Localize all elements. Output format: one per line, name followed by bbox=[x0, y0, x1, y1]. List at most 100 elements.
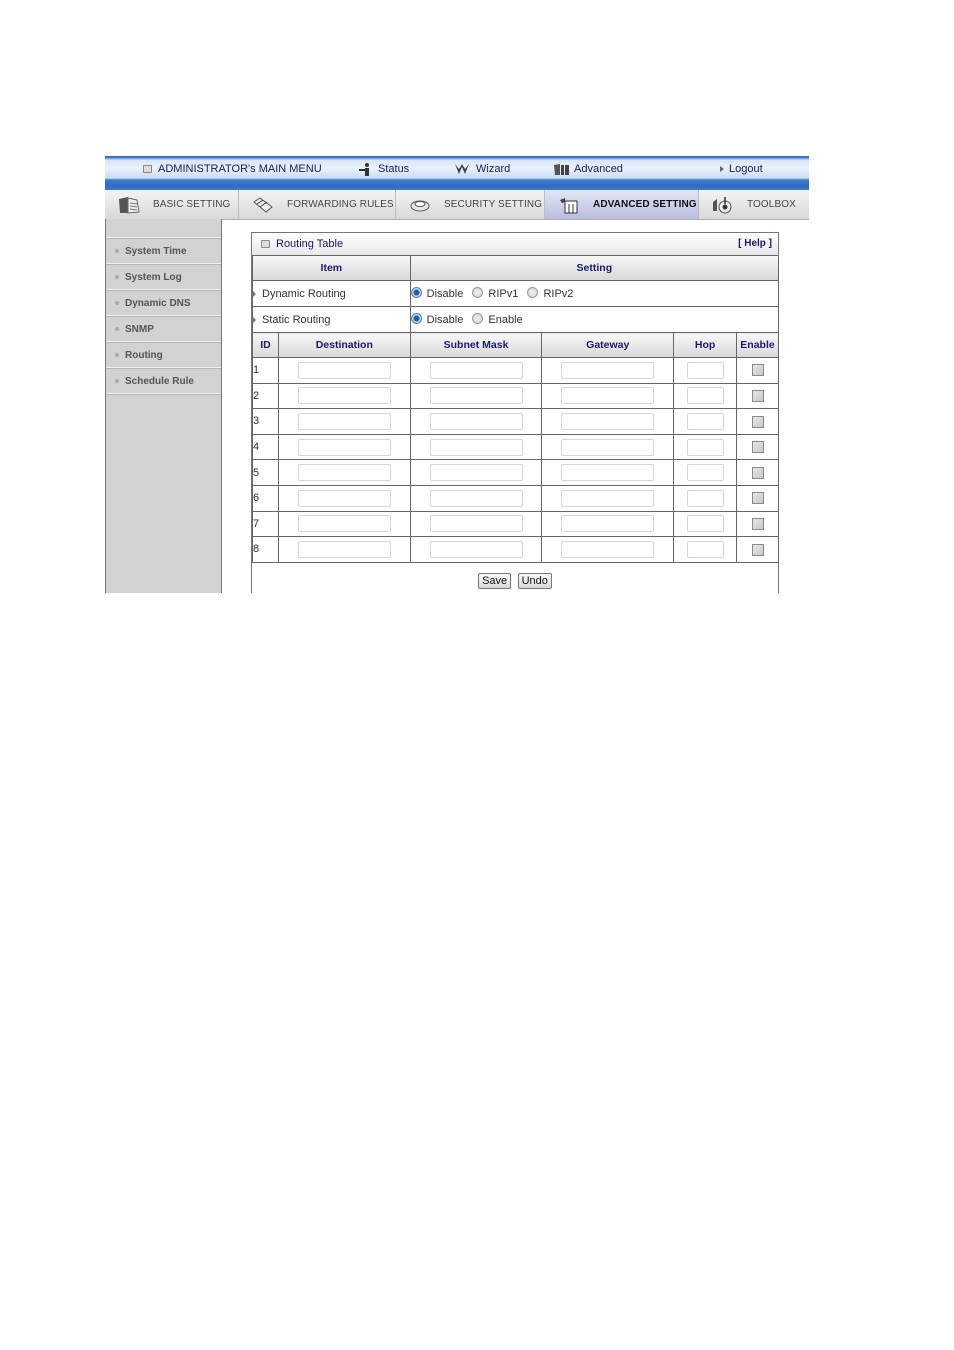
dynamic-ripv2-radio[interactable] bbox=[527, 287, 539, 299]
hop-input[interactable] bbox=[686, 438, 724, 456]
enable-checkbox[interactable] bbox=[751, 466, 764, 479]
panel-title: Routing Table bbox=[276, 238, 344, 250]
route-id: 6 bbox=[253, 492, 260, 505]
gateway-cell bbox=[541, 382, 675, 410]
destination-input[interactable] bbox=[297, 361, 391, 379]
hop-input[interactable] bbox=[686, 540, 724, 558]
gateway-input[interactable] bbox=[561, 489, 655, 507]
destination-cell bbox=[277, 536, 411, 563]
gateway-cell bbox=[541, 536, 675, 563]
hop-input[interactable] bbox=[686, 489, 724, 507]
subnet-mask-cell bbox=[409, 510, 543, 538]
column-header-item: Item bbox=[252, 256, 411, 281]
destination-input[interactable] bbox=[297, 540, 391, 558]
hop-cell bbox=[673, 408, 737, 435]
wizard-icon bbox=[455, 164, 469, 174]
subnet-mask-input[interactable] bbox=[429, 412, 523, 430]
gateway-input[interactable] bbox=[561, 515, 655, 533]
destination-cell bbox=[277, 382, 411, 410]
subnet-mask-input[interactable] bbox=[429, 361, 523, 379]
route-id: 8 bbox=[253, 543, 260, 556]
hop-input[interactable] bbox=[686, 412, 724, 430]
subnet-mask-cell bbox=[409, 459, 543, 486]
sidebar-item-system-time[interactable]: System Time bbox=[106, 239, 221, 264]
tab-basic-setting[interactable]: BASIC SETTING bbox=[105, 190, 239, 219]
sidebar-item-routing[interactable]: Routing bbox=[106, 343, 221, 368]
menu-status[interactable]: Status bbox=[358, 161, 409, 177]
route-id-cell: 2 bbox=[252, 382, 279, 410]
static-routing-row: Static Routing Disable Enable bbox=[252, 306, 780, 333]
static-enable-radio[interactable] bbox=[472, 313, 484, 325]
tab-toolbox[interactable]: TOOLBOX bbox=[699, 190, 809, 219]
bullet-icon bbox=[115, 379, 119, 383]
destination-input[interactable] bbox=[297, 412, 391, 430]
tab-security-setting[interactable]: SECURITY SETTING bbox=[396, 190, 545, 219]
destination-input[interactable] bbox=[297, 464, 391, 482]
gateway-input[interactable] bbox=[561, 464, 655, 482]
sidebar-item-system-log[interactable]: System Log bbox=[106, 265, 221, 290]
destination-cell bbox=[277, 408, 411, 435]
hop-input[interactable] bbox=[686, 361, 724, 379]
security-setting-icon bbox=[410, 200, 430, 211]
sidebar-item-schedule-rule[interactable]: Schedule Rule bbox=[106, 369, 221, 394]
gateway-input[interactable] bbox=[561, 412, 655, 430]
help-link[interactable]: [ Help ] bbox=[738, 238, 772, 249]
dynamic-disable-radio[interactable] bbox=[410, 287, 422, 299]
enable-checkbox[interactable] bbox=[751, 364, 764, 377]
enable-cell bbox=[736, 459, 779, 486]
tab-forwarding-rules[interactable]: FORWARDING RULES bbox=[239, 190, 396, 219]
enable-checkbox[interactable] bbox=[751, 543, 764, 556]
dynamic-routing-options: Disable RIPv1 RIPv2 bbox=[409, 280, 780, 307]
enable-checkbox[interactable] bbox=[751, 441, 764, 454]
bullet-icon bbox=[115, 327, 119, 331]
hop-cell bbox=[673, 510, 737, 538]
destination-input[interactable] bbox=[297, 387, 391, 405]
sidebar-spacer bbox=[106, 219, 221, 238]
hop-cell bbox=[673, 433, 737, 461]
enable-checkbox[interactable] bbox=[751, 517, 764, 530]
dynamic-ripv1-radio[interactable] bbox=[472, 287, 484, 299]
column-header-destination: Destination bbox=[277, 332, 411, 358]
gateway-input[interactable] bbox=[561, 540, 655, 558]
menu-logout[interactable]: Logout bbox=[720, 161, 763, 177]
gateway-input[interactable] bbox=[561, 387, 655, 405]
menu-wizard[interactable]: Wizard bbox=[454, 161, 510, 177]
gateway-input[interactable] bbox=[561, 438, 655, 456]
sidebar-item-snmp[interactable]: SNMP bbox=[106, 317, 221, 342]
tab-advanced-setting[interactable]: ADVANCED SETTING bbox=[545, 190, 699, 219]
bullet-icon bbox=[115, 301, 119, 305]
sidebar-item-dynamic-dns[interactable]: Dynamic DNS bbox=[106, 291, 221, 316]
route-row: 1 bbox=[252, 357, 779, 384]
button-row: Save Undo bbox=[252, 563, 778, 593]
subnet-mask-input[interactable] bbox=[429, 387, 523, 405]
subnet-mask-input[interactable] bbox=[429, 489, 523, 507]
destination-input[interactable] bbox=[297, 438, 391, 456]
hop-input[interactable] bbox=[686, 464, 724, 482]
column-header-gateway: Gateway bbox=[541, 332, 675, 358]
subnet-mask-input[interactable] bbox=[429, 438, 523, 456]
subnet-mask-input[interactable] bbox=[429, 540, 523, 558]
save-button[interactable]: Save bbox=[478, 572, 512, 589]
destination-input[interactable] bbox=[297, 515, 391, 533]
subnet-mask-input[interactable] bbox=[429, 464, 523, 482]
enable-checkbox[interactable] bbox=[751, 492, 764, 505]
enable-checkbox[interactable] bbox=[751, 415, 764, 428]
hop-cell bbox=[673, 484, 737, 512]
undo-button[interactable]: Undo bbox=[517, 572, 552, 589]
static-disable-radio[interactable] bbox=[410, 313, 422, 325]
enable-cell bbox=[736, 510, 779, 538]
hop-input[interactable] bbox=[686, 515, 724, 533]
destination-input[interactable] bbox=[297, 489, 391, 507]
subnet-mask-input[interactable] bbox=[429, 515, 523, 533]
menu-advanced[interactable]: Advanced bbox=[553, 161, 623, 177]
gateway-input[interactable] bbox=[561, 361, 655, 379]
route-id-cell: 4 bbox=[252, 433, 279, 461]
main-menu-bar: ADMINISTRATOR's MAIN MENU Status Wizard … bbox=[105, 156, 809, 190]
column-header-subnet-mask: Subnet Mask bbox=[409, 332, 543, 358]
static-routing-label: Static Routing bbox=[252, 306, 411, 333]
enable-checkbox[interactable] bbox=[751, 389, 764, 402]
advanced-icon bbox=[554, 163, 569, 175]
panel-square-icon bbox=[261, 240, 270, 248]
hop-input[interactable] bbox=[686, 387, 724, 405]
gateway-cell bbox=[541, 510, 675, 538]
